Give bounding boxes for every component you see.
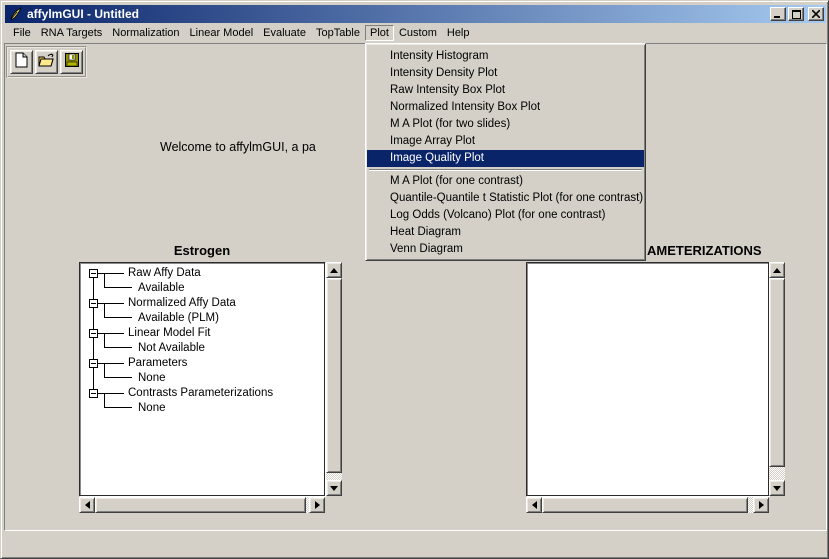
left-panel-title: Estrogen: [79, 243, 325, 258]
menu-item-raw-intensity-box-plot[interactable]: Raw Intensity Box Plot: [367, 82, 644, 99]
scroll-left-button[interactable]: [526, 497, 542, 513]
left-horizontal-scrollbar[interactable]: [79, 497, 325, 513]
tree-collapse-box[interactable]: [89, 269, 98, 278]
right-arrow-icon: [315, 501, 320, 509]
up-arrow-icon: [330, 268, 338, 273]
tree-node-label[interactable]: Parameters: [128, 356, 187, 371]
menu-evaluate[interactable]: Evaluate: [258, 25, 311, 41]
tree-collapse-box[interactable]: [89, 299, 98, 308]
titlebar[interactable]: affylmGUI - Untitled: [5, 5, 826, 23]
app-feather-icon: [8, 7, 24, 21]
tree-node-label[interactable]: Linear Model Fit: [128, 326, 210, 341]
welcome-text: Welcome to affylmGUI, a pa: [160, 140, 316, 154]
new-file-button[interactable]: [10, 50, 33, 74]
app-window: affylmGUI - Untitled File RNA Targets No…: [0, 0, 829, 559]
menu-item-log-odds-volcano-plot[interactable]: Log Odds (Volcano) Plot (for one contras…: [367, 207, 644, 224]
menu-linear-model[interactable]: Linear Model: [185, 25, 259, 41]
right-horizontal-scrollbar[interactable]: [526, 497, 769, 513]
menu-help[interactable]: Help: [442, 25, 475, 41]
tree-node-status[interactable]: Not Available: [138, 341, 205, 356]
up-arrow-icon: [773, 268, 781, 273]
tree-collapse-box[interactable]: [89, 329, 98, 338]
left-vertical-scrollbar[interactable]: [326, 262, 342, 496]
scroll-down-button[interactable]: [769, 480, 785, 496]
menu-item-venn-diagram[interactable]: Venn Diagram: [367, 241, 644, 258]
scroll-left-button[interactable]: [79, 497, 95, 513]
menu-item-image-array-plot[interactable]: Image Array Plot: [367, 133, 644, 150]
menu-separator: [369, 169, 642, 171]
contrasts-listbox[interactable]: [526, 262, 769, 496]
tree-node-status[interactable]: Available: [138, 281, 184, 296]
tree-collapse-box[interactable]: [89, 359, 98, 368]
tree-node-status[interactable]: None: [138, 371, 166, 386]
menu-file[interactable]: File: [8, 25, 36, 41]
status-tree: Raw Affy Data Available Normalized Affy …: [80, 263, 324, 495]
tree-node-status[interactable]: None: [138, 401, 166, 416]
down-arrow-icon: [330, 486, 338, 491]
maximize-button[interactable]: [788, 7, 804, 21]
scroll-up-button[interactable]: [326, 262, 342, 278]
scroll-thumb[interactable]: [769, 278, 785, 467]
menu-item-ma-plot-two-slides[interactable]: M A Plot (for two slides): [367, 116, 644, 133]
menu-normalization[interactable]: Normalization: [107, 25, 184, 41]
tree-collapse-box[interactable]: [89, 389, 98, 398]
save-file-button[interactable]: [60, 50, 83, 74]
menu-item-normalized-intensity-box-plot[interactable]: Normalized Intensity Box Plot: [367, 99, 644, 116]
menu-item-ma-plot-one-contrast[interactable]: M A Plot (for one contrast): [367, 173, 644, 190]
tree-node-status[interactable]: Available (PLM): [138, 311, 219, 326]
menu-item-intensity-histogram[interactable]: Intensity Histogram: [367, 48, 644, 65]
window-title: affylmGUI - Untitled: [27, 7, 139, 21]
new-file-icon: [15, 52, 28, 73]
toolbar: [6, 46, 87, 78]
menu-item-heat-diagram[interactable]: Heat Diagram: [367, 224, 644, 241]
status-tree-listbox[interactable]: Raw Affy Data Available Normalized Affy …: [79, 262, 325, 496]
left-arrow-icon: [85, 501, 90, 509]
menu-item-intensity-density-plot[interactable]: Intensity Density Plot: [367, 65, 644, 82]
open-folder-icon: [38, 53, 55, 72]
menu-plot[interactable]: Plot: [365, 25, 394, 41]
tree-node-label[interactable]: Raw Affy Data: [128, 266, 201, 281]
menu-item-image-quality-plot[interactable]: Image Quality Plot: [367, 150, 644, 167]
right-panel-title: AMETERIZATIONS: [647, 243, 762, 258]
scroll-up-button[interactable]: [769, 262, 785, 278]
scroll-right-button[interactable]: [309, 497, 325, 513]
tree-node-label[interactable]: Contrasts Parameterizations: [128, 386, 273, 401]
right-vertical-scrollbar[interactable]: [769, 262, 785, 496]
scroll-right-button[interactable]: [753, 497, 769, 513]
save-floppy-icon: [65, 53, 79, 72]
scroll-down-button[interactable]: [326, 480, 342, 496]
menu-toptable[interactable]: TopTable: [311, 25, 365, 41]
scroll-thumb[interactable]: [95, 497, 306, 513]
plot-dropdown-menu: Intensity Histogram Intensity Density Pl…: [365, 43, 646, 261]
right-arrow-icon: [759, 501, 764, 509]
menu-custom[interactable]: Custom: [394, 25, 442, 41]
open-file-button[interactable]: [35, 50, 58, 74]
down-arrow-icon: [773, 486, 781, 491]
left-arrow-icon: [532, 501, 537, 509]
scroll-thumb[interactable]: [542, 497, 748, 513]
scroll-thumb[interactable]: [326, 278, 342, 473]
minimize-button[interactable]: [770, 7, 786, 21]
tree-node-label[interactable]: Normalized Affy Data: [128, 296, 236, 311]
menu-item-qq-t-statistic-plot[interactable]: Quantile-Quantile t Statistic Plot (for …: [367, 190, 644, 207]
menu-rna-targets[interactable]: RNA Targets: [36, 25, 108, 41]
menubar: File RNA Targets Normalization Linear Mo…: [5, 23, 826, 43]
close-button[interactable]: [808, 7, 824, 21]
